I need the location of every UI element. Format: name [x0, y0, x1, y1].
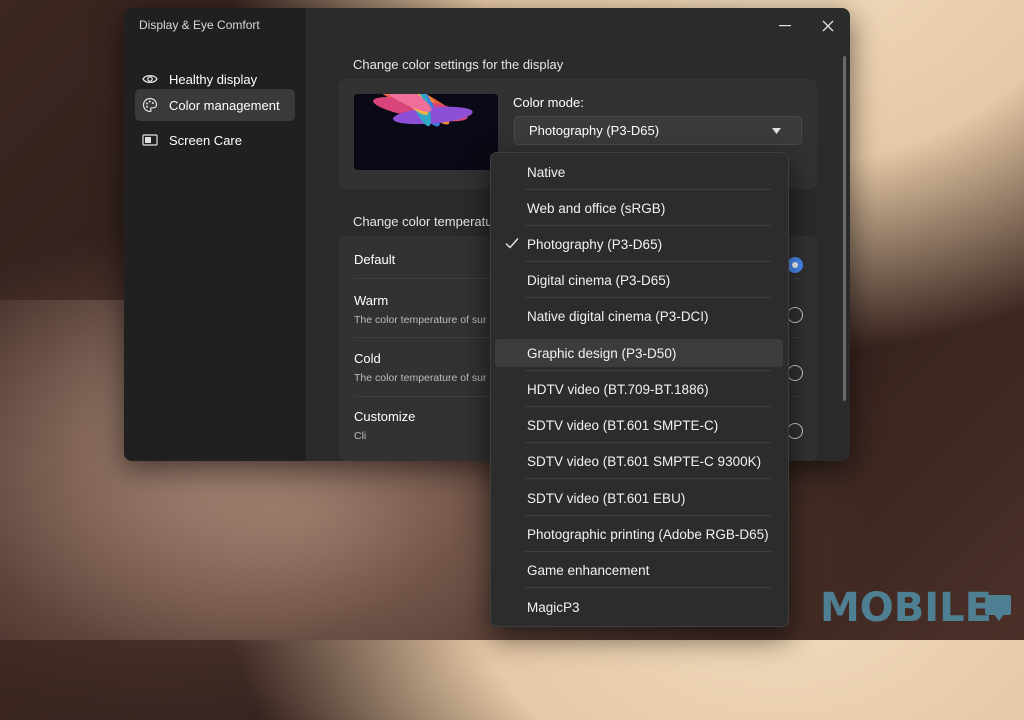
dropdown-item-hdtv-video[interactable]: HDTV video (BT.709-BT.1886)	[495, 375, 783, 403]
close-button[interactable]	[814, 14, 842, 38]
dropdown-item-label: Game enhancement	[527, 562, 650, 578]
divider	[525, 189, 771, 190]
dropdown-item-photographic-printing[interactable]: Photographic printing (Adobe RGB-D65)	[495, 520, 783, 548]
color-mode-value: Photography (P3-D65)	[529, 123, 660, 138]
radio-warm[interactable]	[787, 307, 803, 323]
sidebar-item-screen-care[interactable]: Screen Care	[135, 124, 295, 156]
color-mode-dropdown: Native Web and office (sRGB) Photography…	[490, 152, 789, 627]
dropdown-item-label: Digital cinema (P3-D65)	[527, 272, 671, 288]
divider	[525, 406, 771, 407]
dropdown-item-magicp3[interactable]: MagicP3	[495, 593, 783, 621]
minimize-button[interactable]	[771, 14, 799, 38]
sidebar-item-color-management[interactable]: Color management	[135, 89, 295, 121]
dropdown-item-native-digital-cinema[interactable]: Native digital cinema (P3-DCI)	[495, 302, 783, 330]
dropdown-item-web-office[interactable]: Web and office (sRGB)	[495, 194, 783, 222]
dropdown-item-label: Photographic printing (Adobe RGB-D65)	[527, 526, 769, 542]
divider	[525, 587, 771, 588]
dropdown-item-label: SDTV video (BT.601 EBU)	[527, 490, 686, 506]
color-temperature-title: Change color temperatu	[353, 214, 493, 229]
radio-default[interactable]	[787, 257, 803, 273]
speech-bubble-icon	[985, 595, 1011, 621]
close-icon	[822, 20, 834, 32]
dropdown-item-digital-cinema[interactable]: Digital cinema (P3-D65)	[495, 266, 783, 294]
divider	[525, 297, 771, 298]
palette-icon	[142, 97, 158, 113]
app-title: Display & Eye Comfort	[139, 18, 260, 32]
dropdown-item-label: SDTV video (BT.601 SMPTE-C 9300K)	[527, 453, 762, 469]
dropdown-item-label: Photography (P3-D65)	[527, 236, 663, 252]
dropdown-item-native[interactable]: Native	[495, 158, 783, 186]
sidebar: Display & Eye Comfort Healthy display Co…	[124, 8, 306, 461]
sidebar-item-label: Screen Care	[169, 132, 242, 148]
dropdown-item-label: Native	[527, 164, 566, 180]
dropdown-item-sdtv-ebu[interactable]: SDTV video (BT.601 EBU)	[495, 484, 783, 512]
checkmark-icon	[505, 238, 519, 249]
sidebar-item-label: Color management	[169, 97, 280, 113]
color-settings-title: Change color settings for the display	[353, 57, 564, 72]
dropdown-item-sdtv-smpte-c-9300k[interactable]: SDTV video (BT.601 SMPTE-C 9300K)	[495, 447, 783, 475]
color-mode-label: Color mode:	[513, 95, 584, 110]
radio-cold[interactable]	[787, 365, 803, 381]
dropdown-item-photography[interactable]: Photography (P3-D65)	[495, 230, 783, 258]
watermark-logo: MOBILE	[820, 585, 992, 631]
dropdown-item-sdtv-smpte-c[interactable]: SDTV video (BT.601 SMPTE-C)	[495, 411, 783, 439]
divider	[525, 551, 771, 552]
eye-icon	[142, 71, 158, 87]
divider	[525, 370, 771, 371]
dropdown-item-label: Graphic design (P3-D50)	[527, 345, 677, 361]
dropdown-item-label: HDTV video (BT.709-BT.1886)	[527, 381, 709, 397]
divider	[525, 478, 771, 479]
dropdown-item-graphic-design[interactable]: Graphic design (P3-D50)	[495, 339, 783, 367]
caret-down-icon	[772, 127, 781, 134]
dropdown-item-label: MagicP3	[527, 599, 580, 615]
divider	[525, 261, 771, 262]
sidebar-item-label: Healthy display	[169, 71, 258, 87]
dropdown-item-game-enhancement[interactable]: Game enhancement	[495, 556, 783, 584]
divider	[525, 442, 771, 443]
minimize-icon	[779, 25, 791, 27]
color-mode-select[interactable]: Photography (P3-D65)	[514, 116, 802, 145]
divider	[525, 225, 771, 226]
dropdown-item-label: SDTV video (BT.601 SMPTE-C)	[527, 417, 719, 433]
radio-customize[interactable]	[787, 423, 803, 439]
scrollbar[interactable]	[843, 56, 846, 401]
display-preview-image	[354, 94, 498, 170]
divider	[525, 515, 771, 516]
dropdown-item-label: Web and office (sRGB)	[527, 200, 666, 216]
screen-care-icon	[142, 132, 158, 148]
dropdown-item-label: Native digital cinema (P3-DCI)	[527, 308, 709, 324]
